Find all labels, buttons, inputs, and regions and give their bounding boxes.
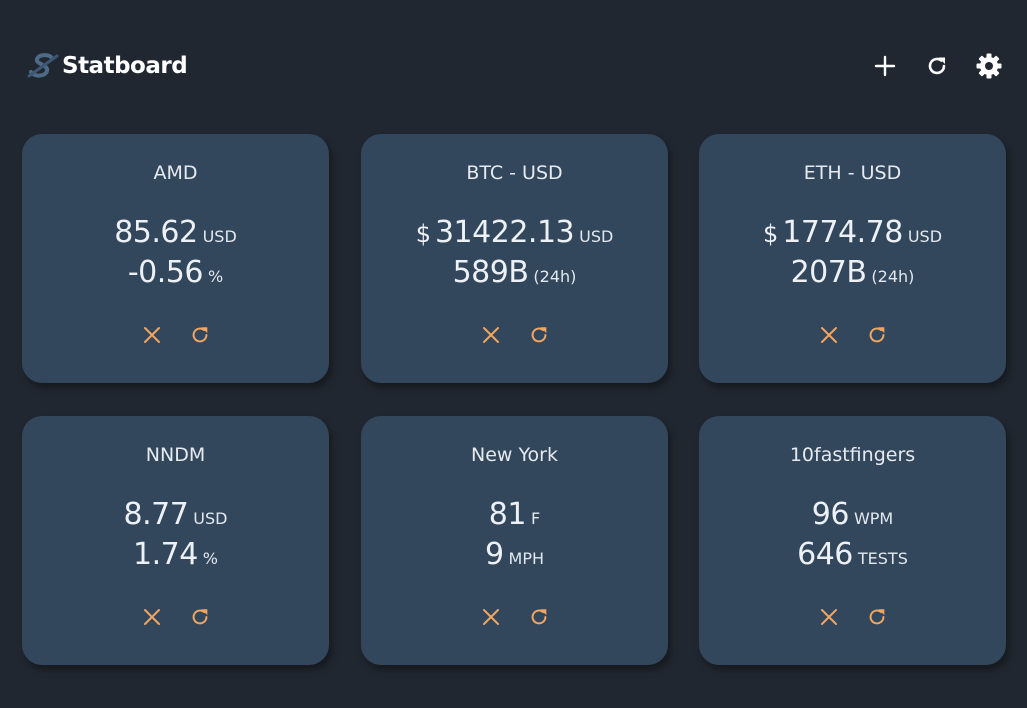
primary-value: 81	[488, 497, 527, 532]
remove-card-button[interactable]	[815, 604, 843, 630]
close-icon	[143, 327, 160, 343]
primary-value: 31422.13	[434, 215, 575, 250]
refresh-icon	[869, 609, 884, 625]
secondary-stat: 646 TESTS	[699, 537, 1006, 572]
header-actions	[868, 50, 1006, 82]
secondary-stat: -0.56%	[22, 255, 329, 290]
top-bar: Statboard	[0, 0, 1027, 134]
card-controls	[22, 604, 329, 630]
secondary-value: -0.56	[127, 255, 204, 290]
close-icon	[143, 609, 160, 625]
refresh-icon	[192, 327, 207, 343]
primary-value: 8.77	[123, 497, 189, 532]
secondary-unit: %	[207, 267, 224, 286]
card-controls	[699, 322, 1006, 348]
currency-prefix: $	[762, 220, 779, 248]
refresh-icon	[531, 327, 546, 343]
close-icon	[482, 327, 499, 343]
secondary-value: 9	[484, 537, 504, 572]
primary-stat: 96 WPM	[699, 497, 1006, 532]
primary-unit: USD	[202, 227, 237, 246]
stat-card: New York 81 F 9 MPH	[361, 416, 668, 665]
card-title: AMD	[153, 162, 198, 184]
secondary-unit: (24h)	[871, 267, 915, 286]
refresh-card-button[interactable]	[525, 322, 553, 348]
card-title: ETH - USD	[803, 162, 902, 184]
primary-stat: 81 F	[361, 497, 668, 532]
refresh-card-button[interactable]	[525, 604, 553, 630]
plus-icon	[874, 55, 896, 77]
settings-button[interactable]	[972, 50, 1006, 82]
card-controls	[361, 322, 668, 348]
app-name: Statboard	[62, 53, 188, 79]
refresh-icon	[531, 609, 546, 625]
remove-card-button[interactable]	[477, 604, 505, 630]
remove-card-button[interactable]	[138, 604, 166, 630]
primary-unit: USD	[907, 227, 943, 246]
primary-value: 85.62	[114, 215, 198, 250]
secondary-unit: TESTS	[857, 549, 908, 568]
card-controls	[699, 604, 1006, 630]
secondary-stat: 207B (24h)	[699, 255, 1006, 290]
secondary-unit: MPH	[508, 549, 545, 568]
card-title: NNDM	[145, 444, 206, 466]
refresh-icon	[928, 57, 946, 75]
secondary-value: 589B	[452, 255, 529, 290]
secondary-value: 646	[797, 537, 853, 572]
refresh-icon	[869, 327, 884, 343]
stat-card: NNDM 8.77 USD 1.74%	[22, 416, 329, 665]
stat-card: BTC - USD $31422.13 USD 589B (24h)	[361, 134, 668, 383]
statboard-logo-icon	[27, 53, 59, 78]
remove-card-button[interactable]	[477, 322, 505, 348]
primary-stat: $31422.13 USD	[361, 215, 668, 250]
stat-card: AMD 85.62 USD -0.56%	[22, 134, 329, 383]
primary-unit: USD	[579, 227, 614, 246]
primary-stat: 85.62 USD	[22, 215, 329, 250]
add-card-button[interactable]	[868, 50, 902, 82]
close-icon	[482, 609, 499, 625]
primary-unit: WPM	[853, 509, 894, 528]
secondary-unit: %	[202, 549, 218, 568]
refresh-card-button[interactable]	[186, 604, 214, 630]
card-title: New York	[470, 444, 558, 466]
secondary-value: 1.74	[133, 537, 198, 572]
primary-value: 1774.78	[782, 215, 903, 250]
primary-stat: 8.77 USD	[22, 497, 329, 532]
primary-unit: F	[530, 509, 541, 528]
card-controls	[361, 604, 668, 630]
secondary-stat: 1.74%	[22, 537, 329, 572]
primary-value: 96	[811, 497, 850, 532]
stat-card: ETH - USD $1774.78 USD 207B (24h)	[699, 134, 1006, 383]
brand[interactable]: Statboard	[25, 50, 188, 82]
secondary-value: 207B	[790, 255, 867, 290]
secondary-unit: (24h)	[533, 267, 577, 286]
remove-card-button[interactable]	[815, 322, 843, 348]
remove-card-button[interactable]	[138, 322, 166, 348]
refresh-card-button[interactable]	[863, 322, 891, 348]
close-icon	[820, 609, 837, 625]
gear-icon	[976, 53, 1002, 79]
close-icon	[820, 327, 837, 343]
card-title: 10fastfingers	[789, 444, 916, 466]
refresh-card-button[interactable]	[863, 604, 891, 630]
secondary-stat: 9 MPH	[361, 537, 668, 572]
secondary-stat: 589B (24h)	[361, 255, 668, 290]
currency-prefix: $	[415, 220, 431, 248]
card-title: BTC - USD	[466, 162, 563, 184]
refresh-icon	[192, 609, 207, 625]
primary-stat: $1774.78 USD	[699, 215, 1006, 250]
card-controls	[22, 322, 329, 348]
primary-unit: USD	[193, 509, 228, 528]
refresh-card-button[interactable]	[186, 322, 214, 348]
refresh-all-button[interactable]	[920, 50, 954, 82]
stat-card: 10fastfingers 96 WPM 646 TESTS	[699, 416, 1006, 665]
